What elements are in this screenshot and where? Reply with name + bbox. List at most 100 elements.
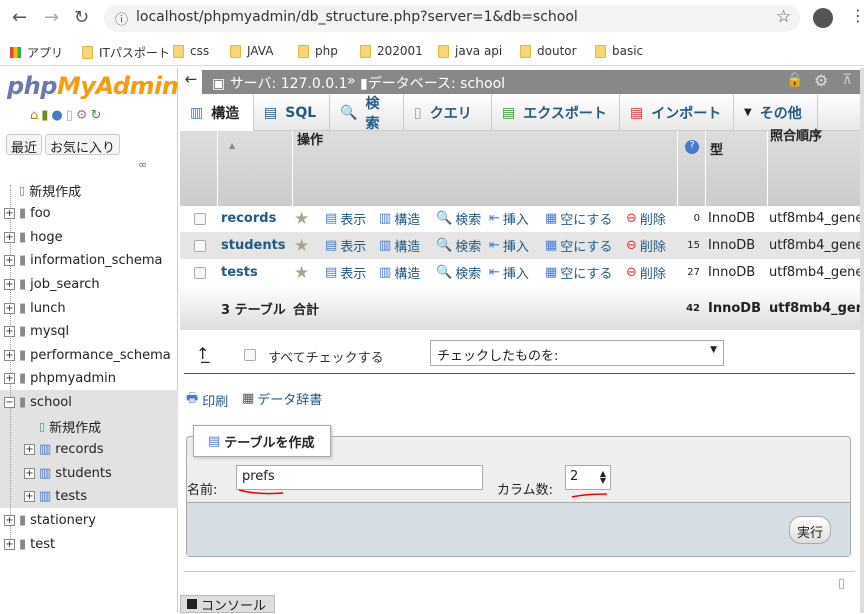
- scrollbar[interactable]: [860, 68, 864, 613]
- tree-item[interactable]: + ▥ tests: [24, 487, 87, 507]
- settings-icon[interactable]: ⚙: [814, 71, 828, 90]
- console-tab[interactable]: コンソール: [180, 595, 275, 614]
- table-name-link[interactable]: students: [221, 238, 286, 253]
- expand-icon[interactable]: +: [4, 538, 15, 550]
- star-icon[interactable]: ☆: [776, 7, 791, 27]
- help-icon[interactable]: ●: [51, 108, 62, 123]
- action-insert[interactable]: ⇤ 挿入: [489, 263, 529, 282]
- star-icon[interactable]: ★: [294, 263, 309, 283]
- expand-icon[interactable]: +: [24, 467, 35, 479]
- collapse-icon[interactable]: −: [4, 396, 15, 408]
- link-icon[interactable]: ∞: [138, 158, 147, 171]
- table-name-link[interactable]: tests: [221, 265, 258, 280]
- action-search[interactable]: 🔍 検索: [436, 236, 481, 255]
- settings-icon[interactable]: ⚙: [76, 108, 88, 123]
- header-collation[interactable]: 照合順序: [770, 125, 822, 144]
- bookmark[interactable]: java api: [438, 44, 502, 58]
- expand-icon[interactable]: +: [4, 278, 15, 290]
- expand-icon[interactable]: +: [4, 231, 15, 243]
- tree-item[interactable]: + ▥ records: [24, 440, 104, 460]
- expand-icon[interactable]: +: [4, 514, 15, 526]
- tree-item[interactable]: + ▮ mysql: [4, 322, 69, 342]
- star-icon[interactable]: ★: [294, 209, 309, 229]
- favorites-button[interactable]: お気に入り: [45, 134, 121, 156]
- check-all-checkbox[interactable]: [244, 349, 256, 361]
- lock-icon[interactable]: 🔒: [786, 72, 803, 88]
- columns-stepper[interactable]: 2 ▲ ▼: [565, 465, 611, 490]
- expand-icon[interactable]: +: [4, 302, 15, 314]
- go-button[interactable]: 実行: [789, 516, 831, 544]
- tab-sql[interactable]: ▤ SQL: [254, 94, 330, 131]
- logout-icon[interactable]: ▮: [41, 108, 48, 123]
- action-empty[interactable]: ▦ 空にする: [545, 236, 612, 255]
- action-drop[interactable]: ⊖ 削除: [626, 236, 666, 255]
- breadcrumb-database[interactable]: ▮データベース: school: [360, 73, 505, 93]
- expand-icon[interactable]: +: [24, 444, 35, 456]
- expand-icon[interactable]: +: [4, 326, 15, 338]
- tree-item[interactable]: + ▮ foo: [4, 204, 51, 224]
- sort-icon[interactable]: ▲: [229, 141, 235, 150]
- with-selected-select[interactable]: チェックしたものを: ▼: [430, 340, 724, 366]
- action-browse[interactable]: ▤ 表示: [325, 236, 366, 255]
- table-name-input[interactable]: prefs: [236, 465, 483, 490]
- tree-item[interactable]: + ▮ performance_schema: [4, 345, 171, 365]
- tab-search[interactable]: 🔍 検索: [330, 94, 404, 132]
- page-settings-icon[interactable]: ▯: [838, 576, 845, 591]
- row-checkbox[interactable]: [194, 239, 206, 252]
- action-empty[interactable]: ▦ 空にする: [545, 209, 612, 228]
- tree-item[interactable]: + ▮ information_schema: [4, 251, 162, 271]
- tree-item[interactable]: − ▮ school: [4, 392, 72, 412]
- tree-item[interactable]: + ▮ phpmyadmin: [4, 369, 116, 389]
- tree-item[interactable]: + ▮ test: [4, 534, 55, 554]
- action-structure[interactable]: ▥ 構造: [379, 263, 420, 282]
- help-icon[interactable]: ?: [685, 140, 699, 154]
- collapse-top-icon[interactable]: ⊼: [842, 72, 852, 88]
- bookmark[interactable]: 202001: [360, 44, 423, 58]
- expand-icon[interactable]: +: [4, 208, 15, 220]
- reload-icon[interactable]: ↻: [91, 108, 102, 123]
- bookmark[interactable]: php: [298, 44, 338, 58]
- bookmark[interactable]: basic: [595, 44, 643, 58]
- phpmyadmin-logo[interactable]: phpMyAdmin: [7, 72, 179, 100]
- bookmark[interactable]: JAVA: [230, 44, 273, 58]
- back-icon[interactable]: ←: [12, 7, 27, 28]
- expand-icon[interactable]: +: [4, 255, 15, 267]
- check-all-label[interactable]: すべてチェックする: [268, 347, 384, 366]
- bookmark[interactable]: css: [173, 44, 209, 58]
- docs-icon[interactable]: ▯: [66, 108, 73, 123]
- tree-item[interactable]: + ▥ students: [24, 463, 112, 483]
- tree-item[interactable]: + ▮ lunch: [4, 298, 66, 318]
- row-checkbox[interactable]: [194, 212, 206, 225]
- tab-import[interactable]: ▤ インポート: [620, 94, 734, 131]
- action-drop[interactable]: ⊖ 削除: [626, 263, 666, 282]
- tab-structure[interactable]: ▥ 構造: [180, 94, 254, 131]
- action-insert[interactable]: ⇤ 挿入: [489, 236, 529, 255]
- expand-icon[interactable]: +: [24, 491, 35, 503]
- profile-icon[interactable]: [813, 8, 833, 28]
- action-browse[interactable]: ▤ 表示: [325, 209, 366, 228]
- stepper-arrows-icon[interactable]: ▲ ▼: [600, 470, 606, 485]
- recent-button[interactable]: 最近: [6, 134, 43, 156]
- address-bar[interactable]: ⓘ localhost/phpmyadmin/db_structure.php?s…: [104, 5, 800, 32]
- bookmark-apps[interactable]: アプリ: [10, 44, 63, 61]
- tree-item[interactable]: ▯ 新規作成: [24, 416, 101, 436]
- tree-item[interactable]: + ▮ stationery: [4, 510, 96, 530]
- action-structure[interactable]: ▥ 構造: [379, 209, 420, 228]
- bookmark[interactable]: doutor: [520, 44, 577, 58]
- action-insert[interactable]: ⇤ 挿入: [489, 209, 529, 228]
- home-icon[interactable]: ⌂: [30, 108, 38, 123]
- action-structure[interactable]: ▥ 構造: [379, 236, 420, 255]
- tree-item[interactable]: + ▮ job_search: [4, 274, 100, 294]
- print-link[interactable]: 🖶 印刷: [186, 389, 228, 411]
- menu-icon[interactable]: ⋮: [850, 6, 864, 25]
- tree-item[interactable]: + ▮ hoge: [4, 227, 63, 247]
- tree-item[interactable]: ▯ 新規作成: [4, 180, 81, 200]
- forward-icon[interactable]: →: [44, 7, 59, 28]
- reload-icon[interactable]: ↻: [74, 7, 89, 28]
- breadcrumb-server[interactable]: ▣ サーバ: 127.0.0.1: [212, 73, 348, 93]
- table-name-link[interactable]: records: [221, 211, 276, 226]
- star-icon[interactable]: ★: [294, 236, 309, 256]
- collapse-nav-button[interactable]: ←: [180, 70, 202, 94]
- data-dictionary-link[interactable]: ▦ データ辞書: [242, 389, 322, 408]
- action-search[interactable]: 🔍 検索: [436, 263, 481, 282]
